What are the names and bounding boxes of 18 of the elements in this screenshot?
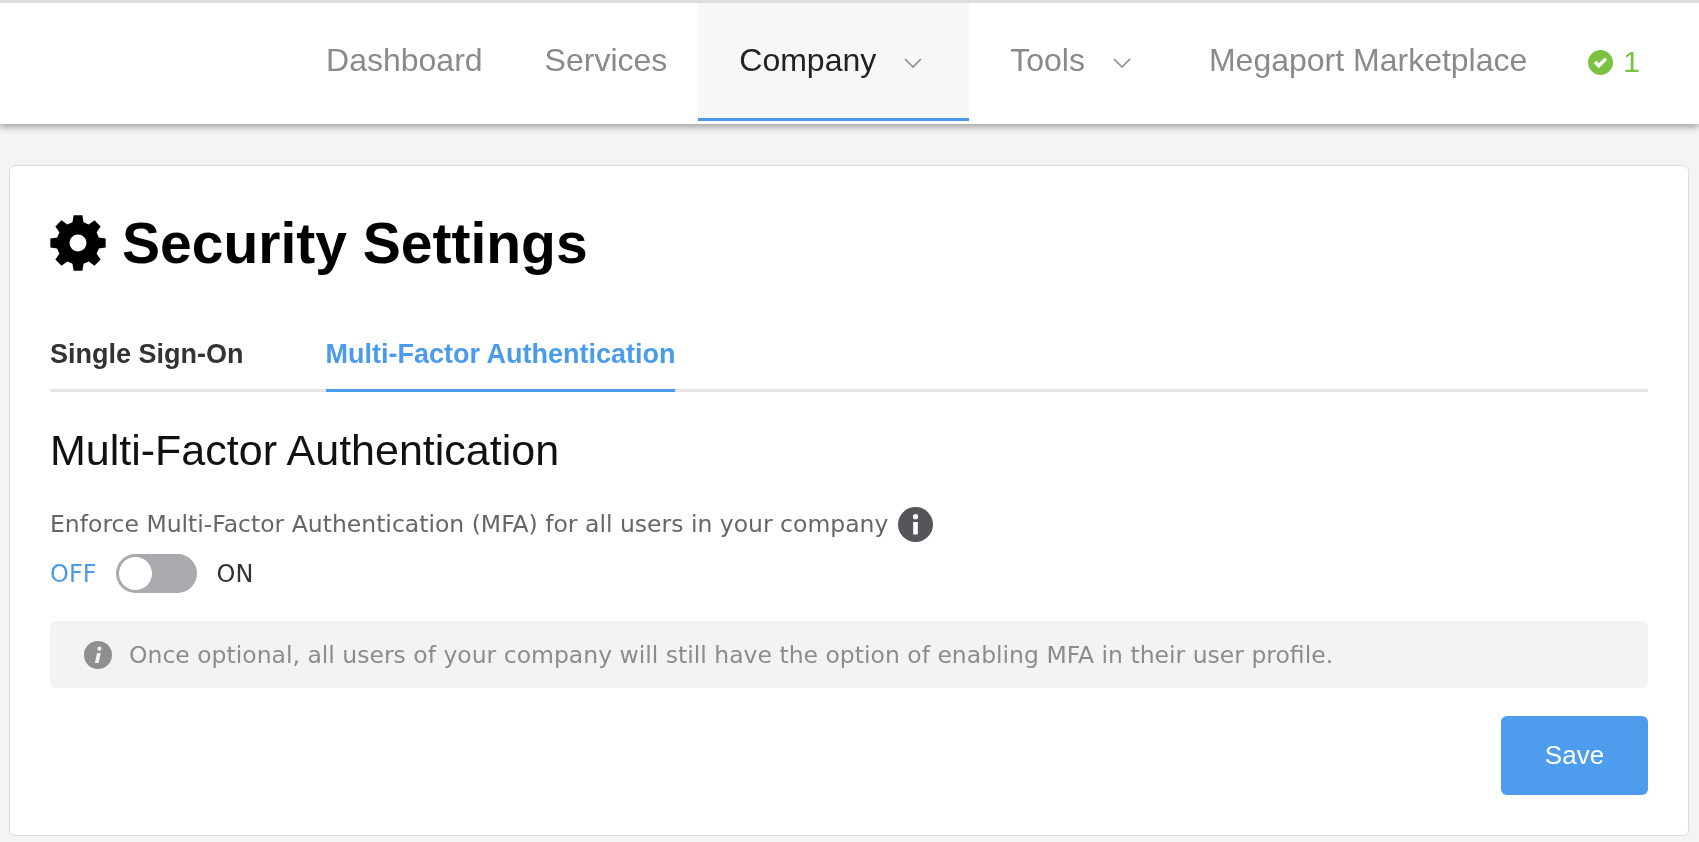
tab[interactable]: Single Sign-On xyxy=(50,337,244,392)
section-heading: Multi-Factor Authentication xyxy=(50,425,560,475)
info-icon[interactable] xyxy=(898,506,934,542)
info-note-text: Once optional, all users of your company will still have the option of enabling MFA in their user profile. xyxy=(129,640,1334,669)
save-button[interactable]: Save xyxy=(1501,716,1648,795)
nav-item[interactable]: Dashboard xyxy=(295,3,514,121)
settings-icon xyxy=(50,215,106,271)
on-label: ON xyxy=(216,559,254,588)
off-label: OFF xyxy=(50,559,97,588)
setting-description: Enforce Multi-Factor Authentication (MFA) for all users in your company xyxy=(50,509,889,540)
status-count: 1 xyxy=(1623,45,1640,79)
nav-item[interactable]: Megaport Marketplace xyxy=(1177,3,1559,121)
info-icon xyxy=(84,640,112,669)
nav-item[interactable]: Tools xyxy=(969,3,1178,121)
nav-item[interactable]: Company xyxy=(698,3,970,121)
toggle-switch[interactable] xyxy=(115,554,197,593)
nav-item[interactable]: Services xyxy=(513,3,699,121)
tab[interactable]: Multi-Factor Authentication xyxy=(325,337,676,392)
